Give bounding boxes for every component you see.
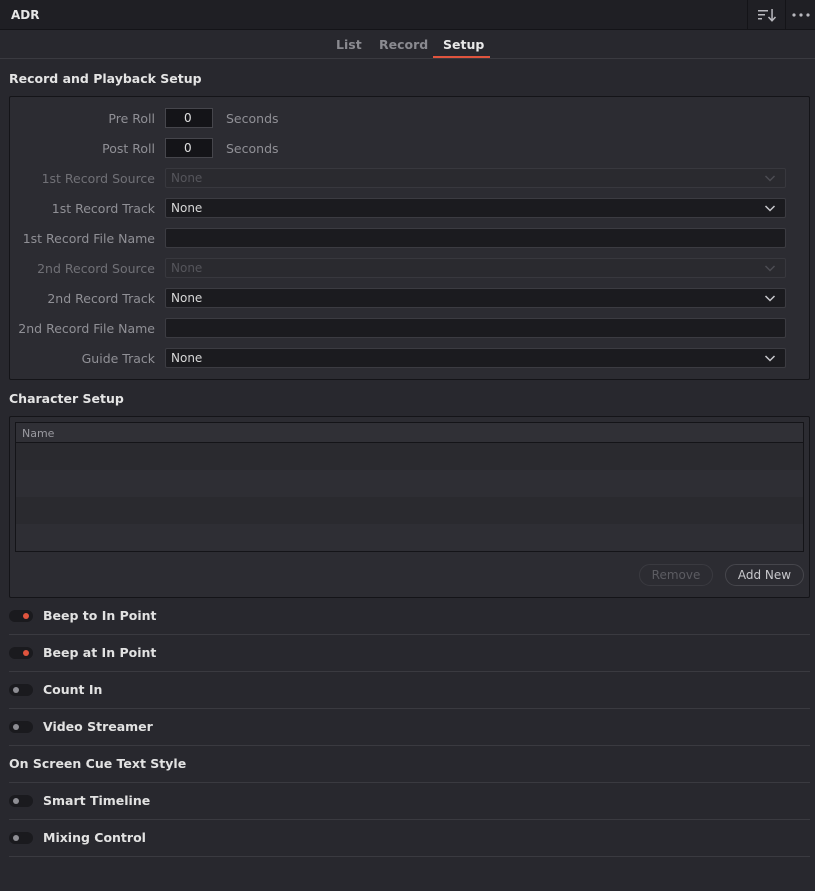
- pre-roll-unit: Seconds: [226, 111, 279, 126]
- record-file-2-label: 2nd Record File Name: [18, 321, 155, 336]
- beep-at-in-point-row: Beep at In Point: [9, 635, 810, 672]
- chevron-down-icon: [764, 175, 776, 182]
- mixing-control-row: Mixing Control: [9, 820, 810, 857]
- record-file-1-label: 1st Record File Name: [22, 231, 155, 246]
- table-row: [16, 497, 803, 524]
- remove-button[interactable]: Remove: [639, 564, 713, 586]
- video-streamer-label: Video Streamer: [43, 719, 153, 734]
- record-track-1-value: None: [171, 201, 203, 215]
- guide-track-dropdown[interactable]: None: [165, 348, 786, 368]
- column-header-name[interactable]: Name: [16, 423, 803, 443]
- smart-timeline-toggle[interactable]: [9, 795, 33, 807]
- record-track-2-dropdown[interactable]: None: [165, 288, 786, 308]
- toggle-knob: [13, 835, 19, 841]
- post-roll-label: Post Roll: [102, 141, 155, 156]
- record-file-1-input[interactable]: [165, 228, 786, 248]
- toggle-knob: [23, 613, 29, 619]
- chevron-down-icon: [764, 265, 776, 272]
- record-source-2-label: 2nd Record Source: [37, 261, 155, 276]
- pre-roll-label: Pre Roll: [108, 111, 155, 126]
- count-in-toggle[interactable]: [9, 684, 33, 696]
- character-table[interactable]: Name: [15, 422, 804, 552]
- table-row: [16, 443, 803, 470]
- tab-bar: List Record Setup: [0, 30, 815, 59]
- tab-list[interactable]: List: [336, 37, 362, 52]
- cue-text-style-row[interactable]: On Screen Cue Text Style: [9, 746, 810, 783]
- sort-button[interactable]: [747, 0, 785, 30]
- record-setup-title: Record and Playback Setup: [9, 71, 202, 86]
- record-track-1-dropdown[interactable]: None: [165, 198, 786, 218]
- panel-title: ADR: [11, 8, 40, 22]
- toggle-knob: [13, 798, 19, 804]
- pre-roll-input[interactable]: 0: [165, 108, 213, 128]
- mixing-control-toggle[interactable]: [9, 832, 33, 844]
- cue-text-style-label: On Screen Cue Text Style: [9, 756, 187, 771]
- active-tab-indicator: [433, 56, 490, 58]
- beep-to-in-point-toggle[interactable]: [9, 610, 33, 622]
- record-source-1-value: None: [171, 171, 203, 185]
- table-row: [16, 470, 803, 497]
- record-source-2-dropdown: None: [165, 258, 786, 278]
- more-options-icon: [791, 13, 810, 17]
- add-new-button[interactable]: Add New: [725, 564, 804, 586]
- sort-descending-icon: [757, 9, 776, 22]
- record-source-1-label: 1st Record Source: [41, 171, 155, 186]
- video-streamer-row: Video Streamer: [9, 709, 810, 746]
- tab-setup[interactable]: Setup: [443, 37, 484, 52]
- record-track-2-label: 2nd Record Track: [47, 291, 155, 306]
- video-streamer-toggle[interactable]: [9, 721, 33, 733]
- beep-at-in-point-toggle[interactable]: [9, 647, 33, 659]
- record-source-1-dropdown: None: [165, 168, 786, 188]
- chevron-down-icon: [764, 295, 776, 302]
- character-setup-title: Character Setup: [9, 391, 124, 406]
- chevron-down-icon: [764, 355, 776, 362]
- record-track-2-value: None: [171, 291, 203, 305]
- post-roll-input[interactable]: 0: [165, 138, 213, 158]
- post-roll-unit: Seconds: [226, 141, 279, 156]
- beep-at-in-point-label: Beep at In Point: [43, 645, 157, 660]
- panel-titlebar: ADR: [0, 0, 815, 30]
- toggle-knob: [13, 687, 19, 693]
- smart-timeline-row: Smart Timeline: [9, 783, 810, 820]
- beep-to-in-point-label: Beep to In Point: [43, 608, 157, 623]
- toggle-knob: [23, 650, 29, 656]
- record-source-2-value: None: [171, 261, 203, 275]
- more-options-button[interactable]: [785, 0, 815, 30]
- record-track-1-label: 1st Record Track: [51, 201, 155, 216]
- count-in-label: Count In: [43, 682, 103, 697]
- guide-track-value: None: [171, 351, 203, 365]
- toggle-knob: [13, 724, 19, 730]
- mixing-control-label: Mixing Control: [43, 830, 146, 845]
- smart-timeline-label: Smart Timeline: [43, 793, 151, 808]
- tab-record[interactable]: Record: [379, 37, 428, 52]
- record-file-2-input[interactable]: [165, 318, 786, 338]
- beep-to-in-point-row: Beep to In Point: [9, 598, 810, 635]
- table-row: [16, 524, 803, 551]
- guide-track-label: Guide Track: [81, 351, 155, 366]
- chevron-down-icon: [764, 205, 776, 212]
- count-in-row: Count In: [9, 672, 810, 709]
